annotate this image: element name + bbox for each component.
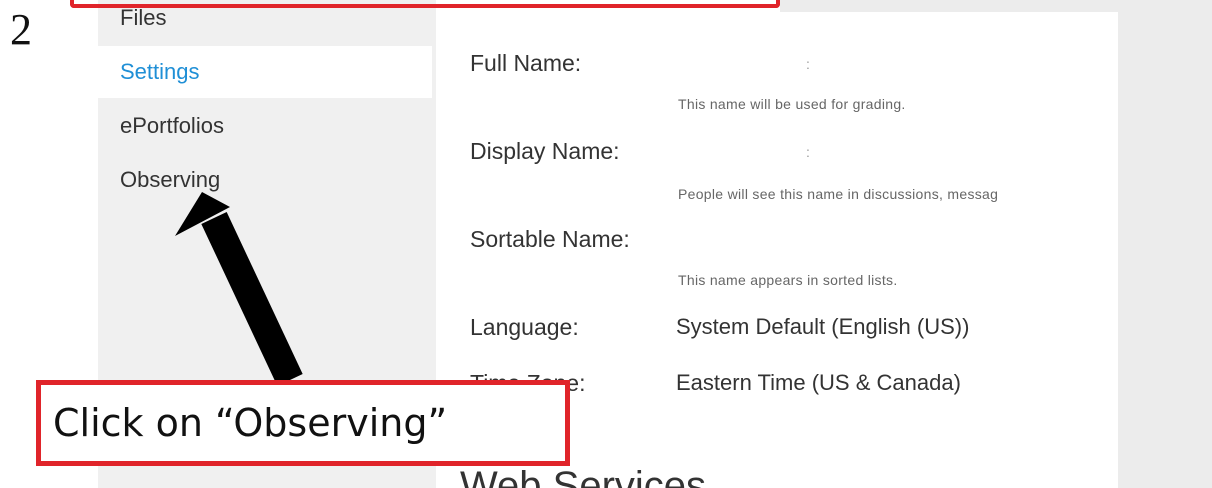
top-highlight-box: [70, 0, 780, 8]
sidebar-item-eportfolios[interactable]: ePortfolios: [98, 100, 432, 152]
right-margin: [1118, 12, 1212, 488]
full-name-hint: This name will be used for grading.: [678, 96, 906, 112]
sidebar-item-settings[interactable]: Settings: [98, 46, 432, 98]
web-services-heading: Web Services: [460, 464, 707, 488]
screenshot-frame: 2 Files Settings ePortfolios Observing F…: [0, 0, 1212, 488]
full-name-value: :: [806, 56, 810, 72]
sidebar-item-observing[interactable]: Observing: [98, 154, 432, 206]
sortable-name-label: Sortable Name:: [470, 226, 630, 252]
instruction-callout: Click on “Observing”: [36, 380, 570, 466]
display-name-value: :: [806, 144, 810, 160]
sortable-name-hint: This name appears in sorted lists.: [678, 272, 898, 288]
display-name-hint: People will see this name in discussions…: [678, 186, 999, 202]
language-label: Language:: [470, 314, 579, 340]
language-value[interactable]: System Default (English (US)): [676, 314, 969, 340]
top-strip: [780, 0, 1212, 12]
step-number: 2: [10, 5, 32, 54]
time-zone-value[interactable]: Eastern Time (US & Canada): [676, 370, 961, 396]
display-name-label: Display Name:: [470, 138, 620, 164]
full-name-label: Full Name:: [470, 50, 582, 76]
